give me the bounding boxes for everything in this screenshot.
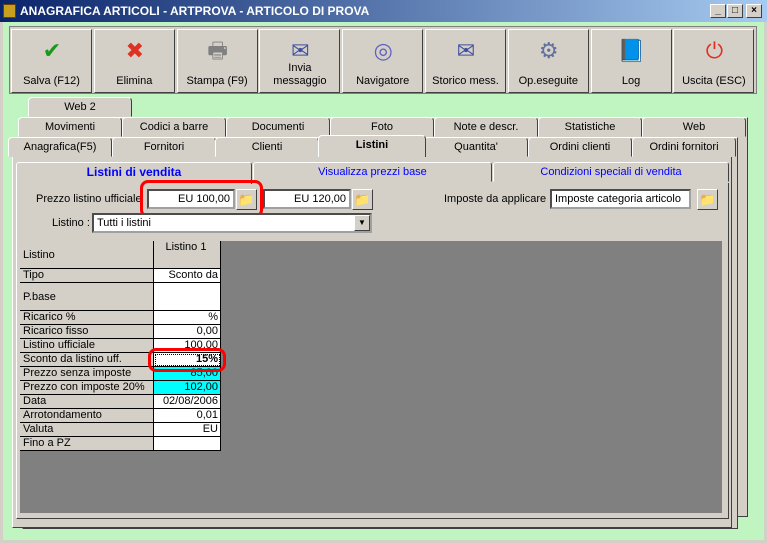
tab-1[interactable]: Codici a barre bbox=[122, 117, 226, 137]
delete-x-icon: ✖ bbox=[125, 38, 145, 63]
toolbar-button-label: Invia messaggio bbox=[273, 62, 327, 87]
grid-row-label: Ricarico % bbox=[20, 311, 154, 325]
grid-row-label: Data bbox=[20, 395, 154, 409]
annotation-highlight bbox=[148, 348, 226, 372]
subtab-visualizza-prezzi[interactable]: Visualizza prezzi base bbox=[253, 162, 492, 182]
tab-row3-1[interactable]: Fornitori bbox=[112, 137, 216, 157]
grid-cell[interactable]: 02/08/2006 bbox=[154, 395, 221, 409]
compass-icon: ◎ bbox=[373, 38, 393, 63]
gears-search-icon: ⚙ bbox=[538, 38, 559, 63]
grid-row-label: Fino a PZ bbox=[20, 437, 154, 451]
imposte-label: Imposte da applicare : bbox=[444, 193, 553, 205]
toolbar-button-3[interactable]: ✉ Invia messaggio bbox=[259, 29, 341, 93]
chevron-down-icon[interactable]: ▼ bbox=[354, 215, 370, 231]
grid-row-label: Sconto da listino uff. bbox=[20, 353, 154, 367]
toolbar-button-label: Elimina bbox=[116, 75, 153, 87]
grid-cell[interactable]: % bbox=[154, 311, 221, 325]
toolbar-button-label: Navigatore bbox=[356, 75, 410, 87]
grid-cell[interactable] bbox=[154, 283, 221, 311]
grid-header-label: Listino bbox=[20, 241, 154, 269]
grid-cell[interactable]: EU bbox=[154, 423, 221, 437]
tab-row3-2[interactable]: Clienti bbox=[215, 137, 319, 157]
maximize-button[interactable]: □ bbox=[727, 4, 743, 18]
power-icon: ⏻ bbox=[705, 38, 724, 63]
toolbar-button-label: Salva (F12) bbox=[23, 75, 80, 87]
check-icon: ✔ bbox=[42, 38, 62, 63]
grid-cell[interactable]: 102,00 bbox=[154, 381, 221, 395]
toolbar-button-7[interactable]: 📘 Log bbox=[590, 29, 672, 93]
grid-column-header[interactable]: Listino 1 bbox=[154, 241, 221, 269]
toolbar-button-8[interactable]: ⏻ Uscita (ESC) bbox=[673, 29, 755, 93]
title-bar: ANAGRAFICA ARTICOLI - ARTPROVA - ARTICOL… bbox=[0, 0, 767, 22]
tab-2[interactable]: Documenti bbox=[226, 117, 330, 137]
close-button[interactable]: × bbox=[746, 4, 762, 18]
app-icon bbox=[3, 4, 16, 18]
tab-row3-0[interactable]: Anagrafica(F5) bbox=[8, 137, 112, 157]
listino-select[interactable]: Tutti i listini bbox=[92, 213, 372, 233]
tab-4[interactable]: Note e descr. bbox=[434, 117, 538, 137]
grid-row-label: Listino ufficiale bbox=[20, 339, 154, 353]
prezzo-label: Prezzo listino ufficiale bbox=[36, 193, 142, 205]
grid-row-label: Tipo bbox=[20, 269, 154, 283]
grid-row-label: Prezzo senza imposte bbox=[20, 367, 154, 381]
grid-row-label: Valuta bbox=[20, 423, 154, 437]
minimize-button[interactable]: _ bbox=[710, 4, 726, 18]
grid-cell[interactable]: 0,01 bbox=[154, 409, 221, 423]
listino-select-value: Tutti i listini bbox=[97, 217, 151, 229]
grid-cell[interactable] bbox=[154, 437, 221, 451]
toolbar-button-label: Log bbox=[621, 75, 641, 87]
tab-3[interactable]: Foto bbox=[330, 117, 434, 137]
toolbar-button-label: Storico mess. bbox=[432, 75, 499, 87]
grid-cell[interactable]: Sconto da bbox=[154, 269, 221, 283]
toolbar-button-2[interactable]: 🖶 Stampa (F9) bbox=[176, 29, 258, 93]
toolbar-button-4[interactable]: ◎ Navigatore bbox=[342, 29, 424, 93]
toolbar: ✔ Salva (F12) ✖ Elimina 🖶 Stampa (F9) ✉ … bbox=[9, 26, 757, 94]
listino-label: Listino : bbox=[52, 217, 90, 229]
folder-icon[interactable]: 📁 bbox=[352, 189, 373, 210]
tab-0[interactable]: Movimenti bbox=[18, 117, 122, 137]
tab-6[interactable]: Web bbox=[642, 117, 746, 137]
toolbar-button-label: Op.eseguite bbox=[518, 75, 578, 87]
grid-row-label: Prezzo con imposte 20% bbox=[20, 381, 154, 395]
toolbar-button-label: Stampa (F9) bbox=[186, 75, 248, 87]
imposte-field[interactable]: Imposte categoria articolo bbox=[550, 189, 691, 209]
tab-row3-6[interactable]: Ordini fornitori bbox=[632, 137, 736, 157]
book-search-icon: 📘 bbox=[617, 38, 646, 63]
envelope-pen-icon: ✉ bbox=[291, 38, 310, 63]
toolbar-button-1[interactable]: ✖ Elimina bbox=[93, 29, 175, 93]
tab-row3-3[interactable]: Listini bbox=[318, 135, 426, 157]
grid-row-label: P.base bbox=[20, 283, 154, 311]
printer-icon: 🖶 bbox=[207, 38, 228, 63]
tab-web-2[interactable]: Web 2 bbox=[28, 97, 132, 117]
tab-row3-5[interactable]: Ordini clienti bbox=[528, 137, 632, 157]
grid-cell[interactable]: 0,00 bbox=[154, 325, 221, 339]
listini-grid: Listino Listino 1 Tipo Sconto da P.base Ricar… bbox=[20, 241, 722, 513]
toolbar-button-6[interactable]: ⚙ Op.eseguite bbox=[507, 29, 589, 93]
subtab-condizioni-speciali[interactable]: Condizioni speciali di vendita bbox=[493, 162, 729, 182]
tab-row3-4[interactable]: Quantita' bbox=[424, 137, 528, 157]
toolbar-button-0[interactable]: ✔ Salva (F12) bbox=[11, 29, 92, 93]
envelope-search-icon: ✉ bbox=[456, 38, 476, 63]
grid-row-label: Ricarico fisso bbox=[20, 325, 154, 339]
folder-icon[interactable]: 📁 bbox=[697, 189, 718, 210]
grid-row-label: Arrotondamento bbox=[20, 409, 154, 423]
tab-5[interactable]: Statistiche bbox=[538, 117, 642, 137]
toolbar-button-5[interactable]: ✉ Storico mess. bbox=[425, 29, 506, 93]
prezzo-listino-field-2[interactable]: EU 120,00 bbox=[263, 189, 351, 209]
toolbar-button-label: Uscita (ESC) bbox=[682, 75, 746, 87]
